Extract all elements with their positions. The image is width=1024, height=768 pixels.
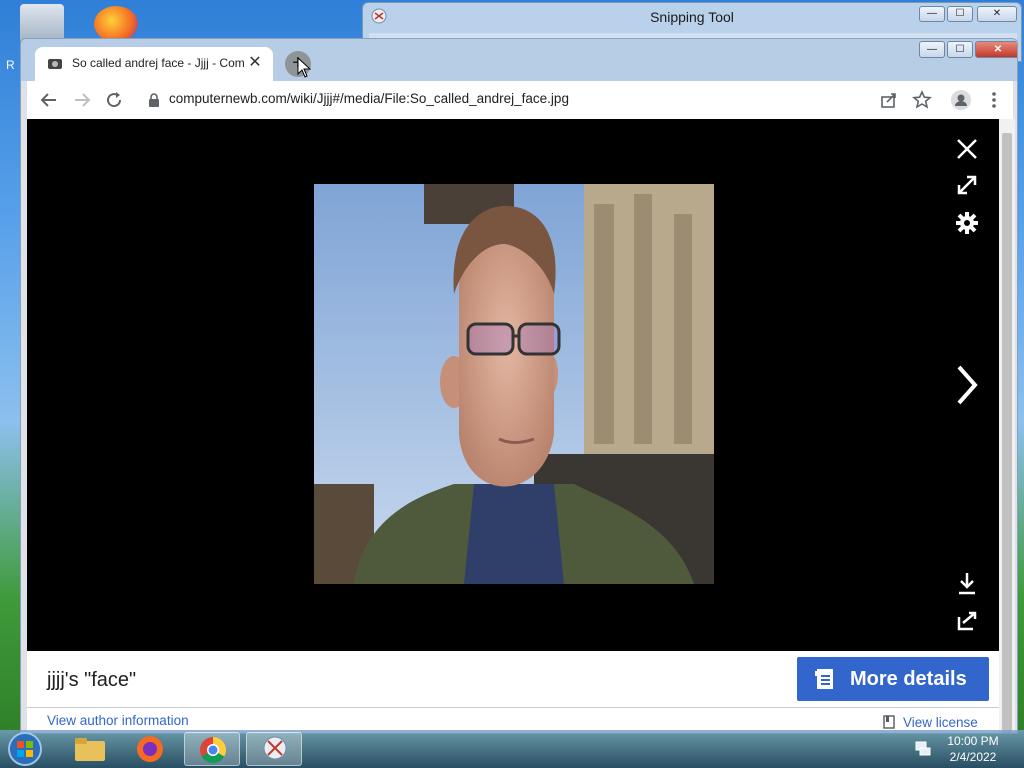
menu-kebab-icon[interactable] xyxy=(982,88,1006,112)
taskbar-firefox-button[interactable] xyxy=(122,732,178,766)
browser-tab[interactable]: So called andrej face - Jjjj - Com ✕ xyxy=(35,47,273,81)
window-minimize-button[interactable]: — xyxy=(919,41,945,58)
media-caption-bar: jjjj's "face" More details View author i… xyxy=(27,651,999,733)
clock-date: 2/4/2022 xyxy=(949,750,997,764)
desktop-icon-label: R xyxy=(6,58,15,72)
taskbar-explorer-button[interactable] xyxy=(62,732,118,766)
page-scrollbar[interactable] xyxy=(999,119,1015,733)
address-bar[interactable]: computernewb.com/wiki/Jjjj#/media/File:S… xyxy=(169,91,569,106)
scissors-icon xyxy=(263,736,287,760)
media-viewer xyxy=(27,119,999,651)
taskbar: 10:00 PM 2/4/2022 xyxy=(0,730,1024,768)
license-icon xyxy=(883,715,895,729)
reload-icon[interactable] xyxy=(102,88,126,112)
snip-close-button[interactable]: ✕ xyxy=(977,6,1017,22)
share-link-icon[interactable] xyxy=(953,607,981,635)
site-favicon-icon xyxy=(48,59,62,69)
back-arrow-icon[interactable] xyxy=(37,88,61,112)
tab-close-icon[interactable]: ✕ xyxy=(245,53,265,73)
close-viewer-icon[interactable] xyxy=(953,135,981,163)
share-icon[interactable] xyxy=(877,88,901,112)
browser-window: So called andrej face - Jjjj - Com ✕ + —… xyxy=(20,38,1018,734)
scrollbar-thumb[interactable] xyxy=(1002,133,1012,733)
window-close-button[interactable]: ✕ xyxy=(975,41,1017,58)
forward-arrow-icon[interactable] xyxy=(70,88,94,112)
clock-time: 10:00 PM xyxy=(947,734,999,748)
taskbar-chrome-button[interactable] xyxy=(184,732,240,766)
caption-divider xyxy=(27,707,999,708)
firefox-desktop-icon[interactable] xyxy=(94,6,138,42)
folder-icon xyxy=(75,738,105,761)
document-icon xyxy=(815,669,833,689)
settings-gear-icon[interactable] xyxy=(953,209,981,237)
view-author-link[interactable]: View author information xyxy=(47,713,189,728)
more-details-label: More details xyxy=(850,668,967,690)
browser-toolbar: computernewb.com/wiki/Jjjj#/media/File:S… xyxy=(27,81,1013,119)
snip-maximize-button[interactable]: ☐ xyxy=(947,6,973,22)
profile-avatar-icon[interactable] xyxy=(949,88,973,112)
bookmark-star-icon[interactable] xyxy=(910,88,934,112)
window-maximize-button[interactable]: ☐ xyxy=(947,41,973,58)
media-photo[interactable] xyxy=(314,184,714,584)
more-details-button[interactable]: More details xyxy=(797,657,989,701)
chrome-icon xyxy=(200,736,227,764)
snip-minimize-button[interactable]: — xyxy=(919,6,945,22)
view-license-link[interactable]: View license xyxy=(903,715,978,730)
next-image-chevron-icon[interactable] xyxy=(953,363,981,407)
lock-icon[interactable] xyxy=(147,92,161,108)
download-icon[interactable] xyxy=(953,569,981,597)
system-clock[interactable]: 10:00 PM 2/4/2022 xyxy=(940,733,1006,765)
media-caption-title: jjjj's "face" xyxy=(47,669,137,691)
tab-strip: So called andrej face - Jjjj - Com ✕ + —… xyxy=(21,39,1017,81)
mouse-cursor-icon xyxy=(297,57,312,78)
start-orb-icon[interactable] xyxy=(6,731,44,767)
taskbar-snipping-tool-button[interactable] xyxy=(246,732,302,766)
fullscreen-icon[interactable] xyxy=(953,171,981,199)
firefox-icon xyxy=(137,736,163,762)
network-tray-icon[interactable] xyxy=(914,739,932,757)
tab-title: So called andrej face - Jjjj - Com xyxy=(72,56,244,70)
